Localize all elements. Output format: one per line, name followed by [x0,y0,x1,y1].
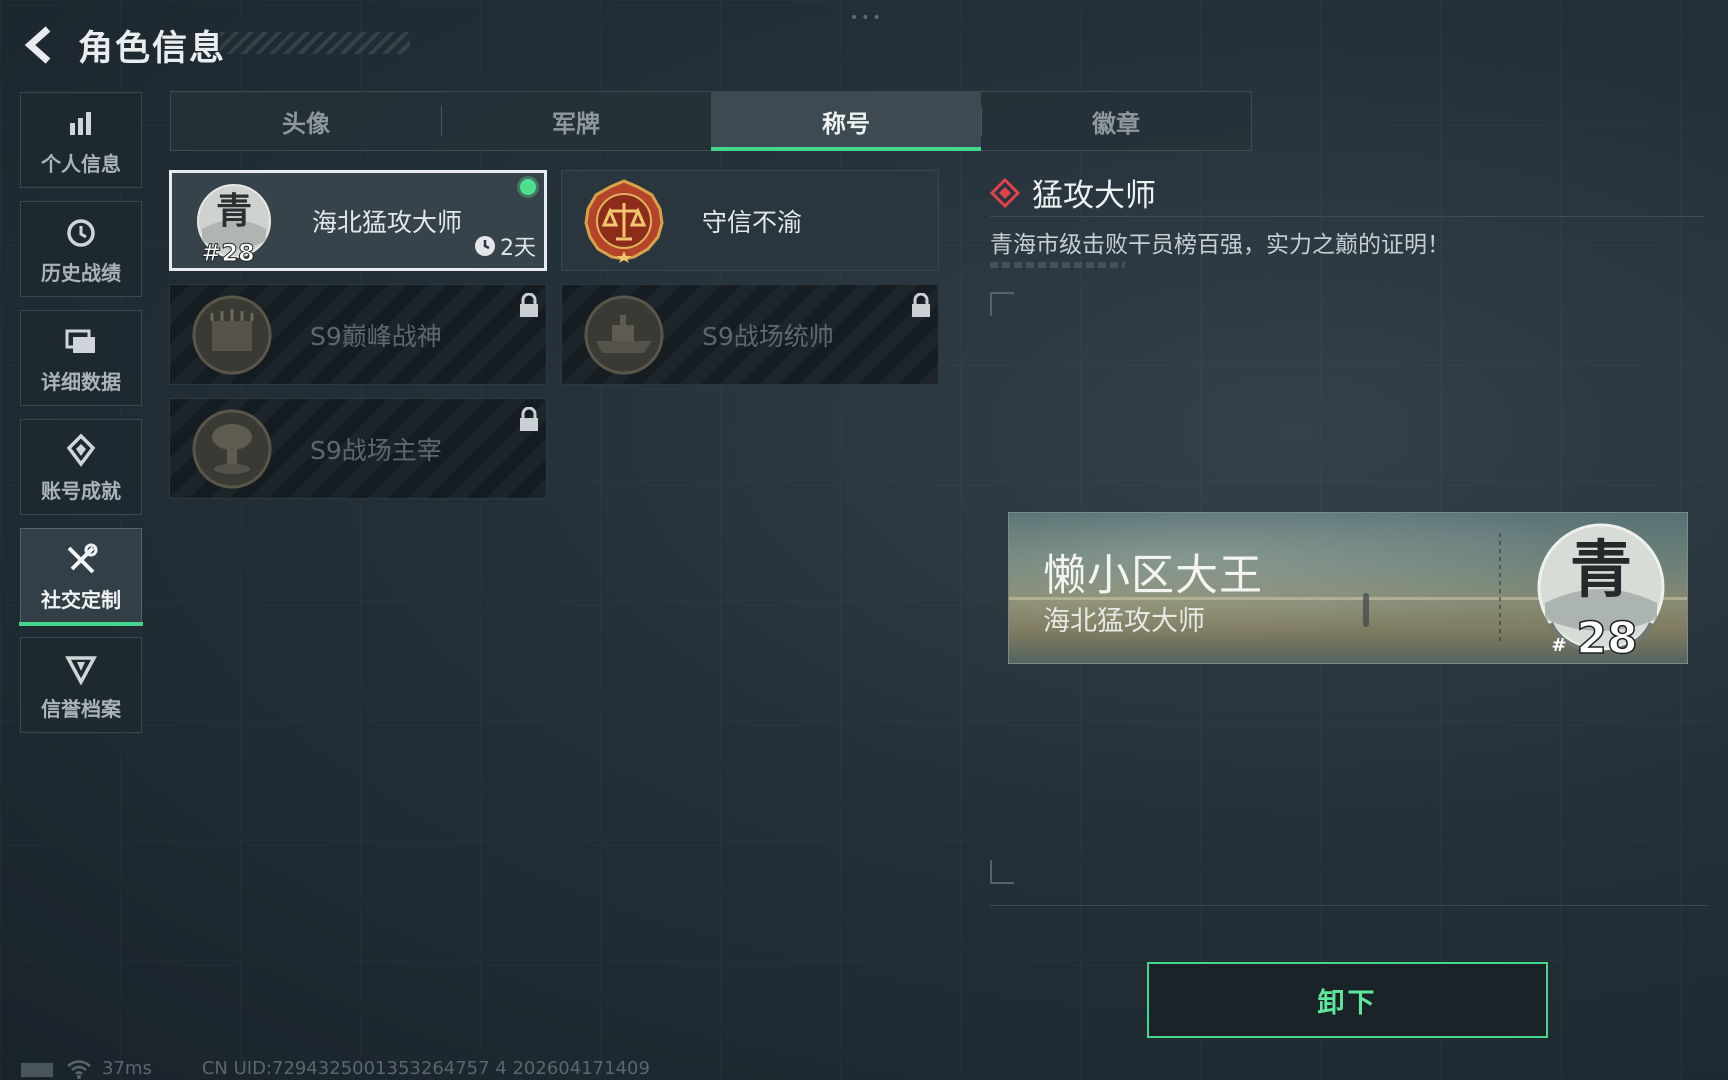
achievement-icon [66,433,96,467]
title-name: S9战场主宰 [310,435,442,465]
preview-dash-line [1499,533,1501,643]
svg-text:28: 28 [1576,613,1637,659]
timer-text: 2天 [500,236,536,261]
detail-divider [990,216,1705,217]
tab-bar: 头像 军牌 称号 徽章 [170,91,1252,151]
sidebar-item-label: 信誉档案 [41,696,121,721]
sidebar-item-credit[interactable]: 信誉档案 [20,637,142,733]
battery-icon [21,1062,53,1077]
header: 角色信息 [20,18,226,72]
page-title: 角色信息 [78,28,227,69]
tab-dogtag[interactable]: 军牌 [441,92,711,150]
wifi-icon [67,1059,91,1079]
svg-text:青: 青 [216,190,252,232]
folder-icon [65,329,95,353]
credit-icon [65,655,97,685]
tools-icon [67,543,98,573]
back-arrow-icon [24,26,51,64]
clock-icon [475,236,495,256]
title-card-s9-peak[interactable]: S9巅峰战神 [169,284,547,385]
title-name: S9战场统帅 [702,321,834,351]
scales-icon [584,179,664,263]
warship-emblem-icon [584,295,664,375]
title-name: 守信不渝 [702,207,803,237]
sidebar-item-history[interactable]: 历史战绩 [20,201,142,297]
tab-avatar[interactable]: 头像 [171,92,441,150]
title-preview-banner: 懒小区大王 海北猛攻大师 青 # 28 [1008,512,1688,664]
sidebar-item-label: 详细数据 [41,369,121,394]
sidebar-item-social-custom[interactable]: 社交定制 [19,528,143,626]
detail-header: 猛攻大师 [990,170,1156,215]
player-title: 海北猛攻大师 [1043,606,1205,637]
header-decoration [220,32,410,54]
lock-icon [520,407,538,431]
lock-icon [912,293,930,317]
expiry-timer: 2天 [474,230,536,262]
sidebar-item-achievements[interactable]: 账号成就 [20,419,142,515]
mushroom-cloud-emblem-icon [192,409,272,489]
diamond-marker-icon [990,177,1020,208]
fortress-emblem-icon [192,295,272,375]
svg-text:#28: #28 [201,239,255,265]
title-name: 海北猛攻大师 [312,207,463,237]
equipped-indicator [520,179,536,195]
description-decoration [990,262,1125,268]
history-icon [67,218,95,247]
sidebar-item-profile[interactable]: 个人信息 [20,92,142,188]
sidebar-item-label: 社交定制 [41,587,121,612]
sidebar-item-label: 历史战绩 [41,260,121,285]
qing-emblem-large-icon: 青 # 28 [1537,523,1665,659]
title-card-s9-commander[interactable]: S9战场统帅 [561,284,939,385]
sidebar: 个人信息 历史战绩 详细数据 账号成就 社交定制 信誉档案 [19,92,144,746]
title-name: S9巅峰战神 [310,321,442,351]
back-button[interactable] [20,25,60,65]
qing-emblem-icon: 青 #28 [197,184,271,265]
frame-corner [990,292,1014,316]
ping-text: 37ms [102,1058,152,1079]
tab-title[interactable]: 称号 [711,92,981,151]
bar-chart-icon [70,111,91,135]
player-name: 懒小区大王 [1043,551,1263,601]
sidebar-item-label: 个人信息 [41,151,121,176]
lock-icon [520,293,538,317]
detail-title: 猛攻大师 [1032,178,1156,214]
status-bar: 37ms CN UID:7294325001353264757 4 202604… [20,1058,650,1079]
svg-text:#: # [1551,635,1566,656]
panel-bottom-rule [990,905,1708,906]
title-card-haibei[interactable]: 青 #28 海北猛攻大师 2天 [169,170,547,271]
frame-corner [990,860,1014,884]
sidebar-item-details[interactable]: 详细数据 [20,310,142,406]
preview-figure [1363,593,1369,627]
detail-description: 青海市级击败干员榜百强，实力之巅的证明！ [990,232,1450,258]
top-handle-dots: ••• [850,10,884,26]
svg-text:青: 青 [1570,533,1632,606]
sidebar-item-label: 账号成就 [41,478,121,503]
title-card-s9-ruler[interactable]: S9战场主宰 [169,398,547,499]
uid-text: CN UID:7294325001353264757 4 20260417140… [201,1058,650,1079]
title-card-shouxin[interactable]: 守信不渝 [561,170,939,271]
tab-badge[interactable]: 徽章 [981,92,1251,150]
unequip-button[interactable]: 卸下 [1147,962,1548,1038]
